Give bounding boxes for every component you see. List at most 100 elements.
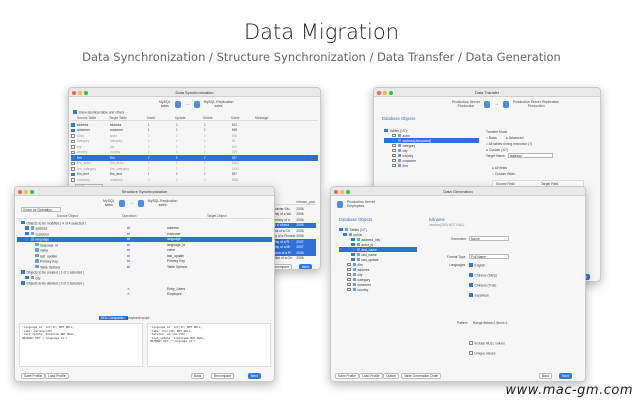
- tree-label: customer: [402, 158, 417, 163]
- checkbox[interactable]: [469, 283, 473, 287]
- checkbox[interactable]: [469, 341, 473, 345]
- row-checkbox[interactable]: [71, 167, 75, 171]
- object-name: language_id: [40, 243, 58, 247]
- checkbox[interactable]: [469, 351, 473, 355]
- table-cell: 0: [203, 122, 206, 127]
- checkbox[interactable]: [25, 231, 29, 235]
- checkbox[interactable]: [339, 227, 343, 232]
- row-checkbox[interactable]: [71, 150, 75, 154]
- checkbox[interactable]: [392, 163, 396, 168]
- table-row[interactable]: inventory inventory 0 0 0 4581: [71, 177, 318, 183]
- custom-fields-radio[interactable]: ○ Custom fields: [492, 172, 515, 176]
- back-button[interactable]: Back: [191, 373, 205, 379]
- next-button[interactable]: Next: [559, 373, 572, 379]
- generator-select[interactable]: Name: [469, 236, 509, 241]
- custom-radio[interactable]: ● Custom (1/7): [486, 148, 508, 152]
- save-profile-button[interactable]: Save Profile: [21, 373, 45, 379]
- checkbox[interactable]: [384, 128, 388, 133]
- mode-basic-radio[interactable]: ○ Basic: [486, 136, 497, 140]
- row-checkbox[interactable]: [71, 178, 75, 182]
- object-row[interactable]: ✕ Employee: [17, 292, 272, 298]
- checkbox[interactable]: [25, 226, 29, 230]
- checkbox[interactable]: [347, 277, 351, 282]
- checkbox[interactable]: [21, 270, 25, 274]
- checkbox[interactable]: [21, 220, 25, 224]
- table-cell: 1000: [231, 166, 239, 171]
- checkbox[interactable]: [469, 263, 473, 267]
- tree-item[interactable]: film: [384, 163, 479, 168]
- load-profile-button[interactable]: Load Profile: [359, 373, 383, 379]
- checkbox[interactable]: [392, 143, 396, 148]
- object-name: address: [35, 226, 48, 231]
- checkbox[interactable]: [392, 153, 396, 158]
- checkbox[interactable]: [21, 281, 25, 285]
- table-cell: 0: [147, 150, 150, 155]
- checkbox[interactable]: [392, 148, 396, 153]
- next-button[interactable]: Next: [299, 264, 312, 269]
- unique-values-option[interactable]: Unique values: [469, 351, 495, 356]
- language-option[interactable]: English: [469, 263, 485, 268]
- checkbox[interactable]: [347, 282, 351, 287]
- checkbox[interactable]: [343, 232, 347, 237]
- operation-arrow-icon: ⇄: [127, 226, 130, 231]
- row-checkbox[interactable]: [71, 145, 75, 149]
- table-cell: 0: [175, 133, 178, 138]
- mode-advanced-radio[interactable]: ● Advanced: [506, 136, 523, 140]
- table-cell: 0: [147, 177, 150, 182]
- row-checkbox[interactable]: [71, 139, 75, 143]
- language-option[interactable]: Chinese (Simp): [469, 273, 497, 278]
- table-cell: country: [109, 150, 121, 155]
- checkbox[interactable]: [351, 237, 355, 242]
- table-cell: address: [109, 122, 122, 127]
- checkbox[interactable]: [25, 275, 29, 279]
- option-button[interactable]: Option: [383, 373, 399, 379]
- row-checkbox[interactable]: [71, 156, 75, 160]
- checkbox[interactable]: [469, 293, 473, 297]
- language-option[interactable]: Japanese: [469, 293, 489, 298]
- checkbox[interactable]: [347, 272, 351, 277]
- checkbox[interactable]: [347, 267, 351, 272]
- save-profile-button[interactable]: Save Profile: [335, 373, 359, 379]
- table-icon: [352, 277, 356, 282]
- table-cell: 0: [203, 144, 206, 149]
- recompare-button[interactable]: Recompare: [211, 373, 235, 379]
- table-cell: 0: [203, 133, 206, 138]
- row-checkbox[interactable]: [71, 128, 75, 132]
- row-checkbox[interactable]: [71, 134, 75, 138]
- row-checkbox[interactable]: [71, 161, 75, 165]
- target-name-field[interactable]: address: [508, 153, 553, 158]
- generation-order-button[interactable]: Table Generation Order: [401, 373, 442, 379]
- format-type-select[interactable]: Full Name: [469, 254, 509, 259]
- tab-deployment-script[interactable]: Deployment script: [123, 316, 149, 320]
- checkbox[interactable]: [351, 242, 355, 247]
- checkbox[interactable]: [392, 138, 396, 143]
- row-checkbox[interactable]: [71, 123, 75, 127]
- checkbox[interactable]: [25, 237, 29, 241]
- checkbox[interactable]: [73, 110, 77, 114]
- show-identical-option[interactable]: Show identical table and others: [73, 110, 124, 115]
- group-by-select[interactable]: Group by Operation: [21, 207, 61, 212]
- checkbox[interactable]: [347, 262, 351, 267]
- next-button[interactable]: Next: [248, 373, 261, 379]
- arrow-right-icon: →: [128, 200, 134, 206]
- all-fields-radio[interactable]: ● All fields: [492, 166, 507, 170]
- load-profile-button[interactable]: Load Profile: [45, 373, 69, 379]
- checkbox[interactable]: [351, 247, 355, 252]
- checkbox[interactable]: [392, 133, 396, 138]
- include-nulls-option[interactable]: Include NULL values: [469, 341, 505, 346]
- checkbox[interactable]: [469, 273, 473, 277]
- checkbox[interactable]: [347, 287, 351, 292]
- database-icon: [174, 100, 181, 108]
- checkbox[interactable]: [351, 252, 355, 257]
- language-option[interactable]: Chinese (Trad): [469, 283, 496, 288]
- table-cell: 0: [147, 144, 150, 149]
- database-icon: [337, 200, 343, 208]
- all-tables-radio[interactable]: ○ All tables during execution (7): [486, 142, 532, 146]
- row-checkbox[interactable]: [71, 172, 75, 176]
- tree-item[interactable]: country: [339, 287, 417, 292]
- checkbox[interactable]: [351, 257, 355, 262]
- window-title: Data Generation: [443, 189, 473, 194]
- checkbox[interactable]: [392, 158, 396, 163]
- back-button[interactable]: Back: [539, 373, 553, 379]
- tree-label: actor: [402, 133, 410, 138]
